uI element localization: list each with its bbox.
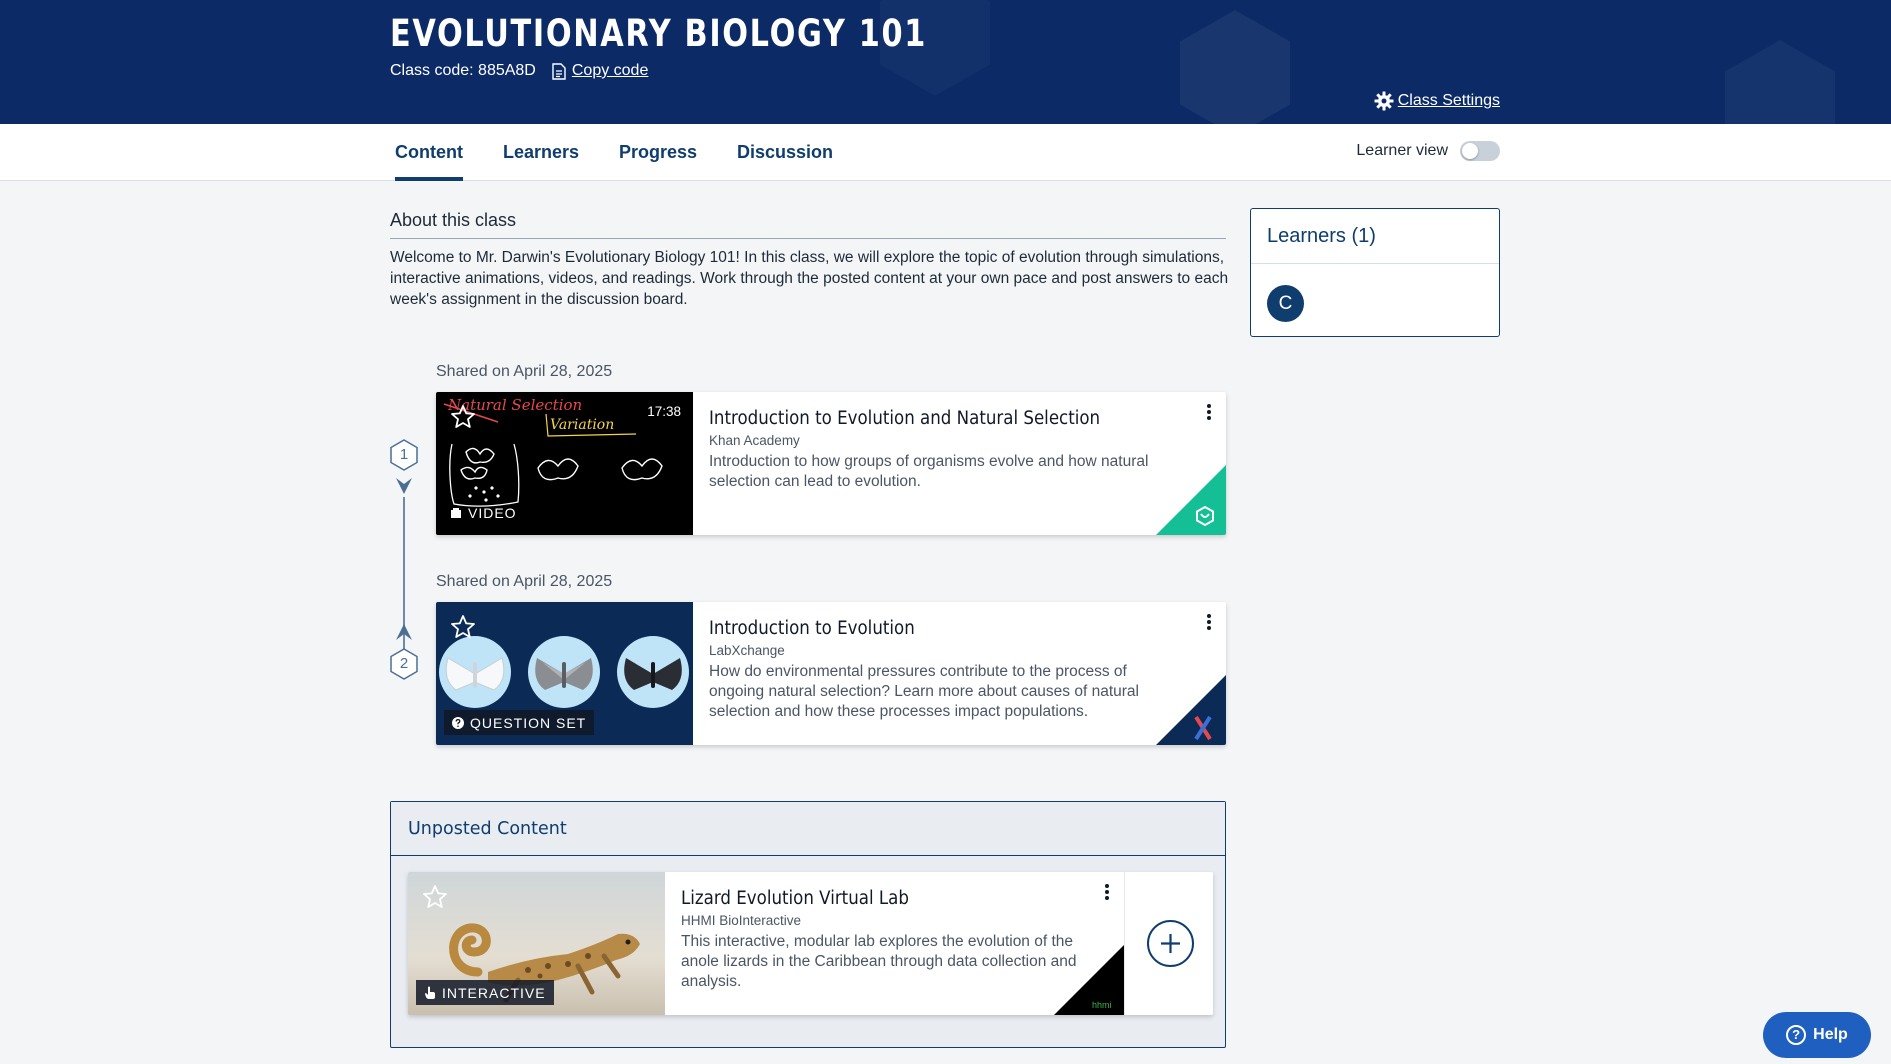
card-source: LabXchange — [709, 643, 785, 658]
add-button[interactable] — [1147, 920, 1194, 967]
tab-bar: Content Learners Progress Discussion Lea… — [0, 124, 1891, 181]
more-options-icon[interactable] — [1102, 882, 1112, 906]
avatar[interactable]: C — [1267, 285, 1304, 322]
class-title: EVOLUTIONARY BIOLOGY 101 — [390, 12, 927, 55]
video-thumbnail: Natural Selection Variation 17:38 VIDEO — [436, 392, 693, 535]
shared-date: Shared on April 28, 2025 — [436, 573, 613, 590]
hhmi-logo-icon: hhmi — [1054, 945, 1124, 1015]
question-circle-icon: ? — [1786, 1025, 1807, 1045]
arrow-up-icon — [396, 624, 412, 640]
arrow-down-icon — [396, 478, 412, 494]
content-card[interactable]: Natural Selection Variation 17:38 VIDEO … — [436, 392, 1226, 535]
class-settings-link[interactable]: Class Settings — [1374, 91, 1500, 111]
class-settings-label: Class Settings — [1397, 92, 1500, 109]
more-options-icon[interactable] — [1204, 402, 1214, 426]
question-icon — [452, 716, 464, 729]
class-header-banner: EVOLUTIONARY BIOLOGY 101 Class code: 885… — [0, 0, 1891, 124]
card-body: Lizard Evolution Virtual Lab HHMI BioInt… — [681, 888, 1101, 992]
star-icon[interactable] — [422, 884, 448, 910]
svg-text:hhmi: hhmi — [1092, 1000, 1112, 1010]
learners-panel-title: Learners (1) — [1251, 209, 1499, 264]
tab-learners[interactable]: Learners — [503, 124, 579, 180]
more-options-icon[interactable] — [1204, 612, 1214, 636]
tab-content[interactable]: Content — [395, 124, 463, 181]
card-description: How do environmental pressures contribut… — [709, 663, 1139, 720]
content-type-badge: INTERACTIVE — [416, 980, 554, 1005]
plus-icon — [1161, 934, 1180, 953]
unposted-content-section: Unposted Content INTERACTIVE Lizard Evol… — [390, 801, 1226, 1048]
khan-academy-logo-icon — [1156, 465, 1226, 535]
learner-view-toggle[interactable] — [1460, 141, 1500, 161]
shared-date: Shared on April 28, 2025 — [436, 363, 613, 380]
card-title: Lizard Evolution Virtual Lab — [681, 888, 909, 909]
class-code-row: Class code: 885A8D Copy code — [390, 62, 648, 80]
svg-text:Variation: Variation — [550, 417, 614, 433]
card-description: Introduction to how groups of organisms … — [709, 453, 1149, 490]
card-source: HHMI BioInteractive — [681, 913, 802, 928]
card-title: Introduction to Evolution — [709, 618, 915, 639]
card-body: Introduction to Evolution LabXchange How… — [709, 618, 1179, 722]
help-label: Help — [1813, 1026, 1848, 1043]
learners-panel: Learners (1) C — [1250, 208, 1500, 337]
copy-code-label: Copy code — [571, 62, 649, 79]
about-description: Welcome to Mr. Darwin's Evolutionary Bio… — [390, 249, 1229, 308]
class-code-text: Class code: 885A8D — [390, 62, 536, 79]
video-camera-icon — [451, 507, 461, 518]
add-content-area — [1124, 872, 1213, 1015]
content-card[interactable]: QUESTION SET Introduction to Evolution L… — [436, 602, 1226, 745]
labxchange-logo-icon — [1156, 675, 1226, 745]
question-set-thumbnail: QUESTION SET — [436, 602, 693, 745]
card-title: Introduction to Evolution and Natural Se… — [709, 408, 1101, 429]
pointer-hand-icon — [425, 986, 435, 999]
tab-progress[interactable]: Progress — [619, 124, 697, 180]
star-icon[interactable] — [450, 404, 476, 430]
step-number-badge: 1 — [390, 439, 418, 471]
card-source: Khan Academy — [709, 433, 800, 448]
learner-view-label: Learner view — [1356, 142, 1448, 159]
card-body: Introduction to Evolution and Natural Se… — [709, 408, 1179, 492]
about-heading: About this class — [390, 210, 1226, 239]
help-button[interactable]: ? Help — [1763, 1012, 1871, 1058]
video-duration: 17:38 — [647, 404, 681, 419]
content-type-badge: VIDEO — [450, 500, 517, 525]
banner-hex-decoration — [1180, 10, 1290, 124]
document-icon — [552, 62, 566, 80]
star-icon[interactable] — [450, 614, 476, 640]
lizard-thumbnail: INTERACTIVE — [408, 872, 665, 1015]
step-number-badge: 2 — [390, 648, 418, 680]
card-description: This interactive, modular lab explores t… — [681, 933, 1077, 990]
learner-view-control: Learner view — [1356, 141, 1500, 161]
content-type-badge: QUESTION SET — [444, 710, 595, 735]
copy-code-link[interactable]: Copy code — [552, 62, 649, 80]
unposted-content-heading: Unposted Content — [391, 802, 1225, 856]
banner-hex-decoration — [1725, 40, 1835, 124]
tab-discussion[interactable]: Discussion — [737, 124, 833, 180]
content-card[interactable]: INTERACTIVE Lizard Evolution Virtual Lab… — [408, 872, 1213, 1015]
gear-icon — [1374, 91, 1394, 111]
